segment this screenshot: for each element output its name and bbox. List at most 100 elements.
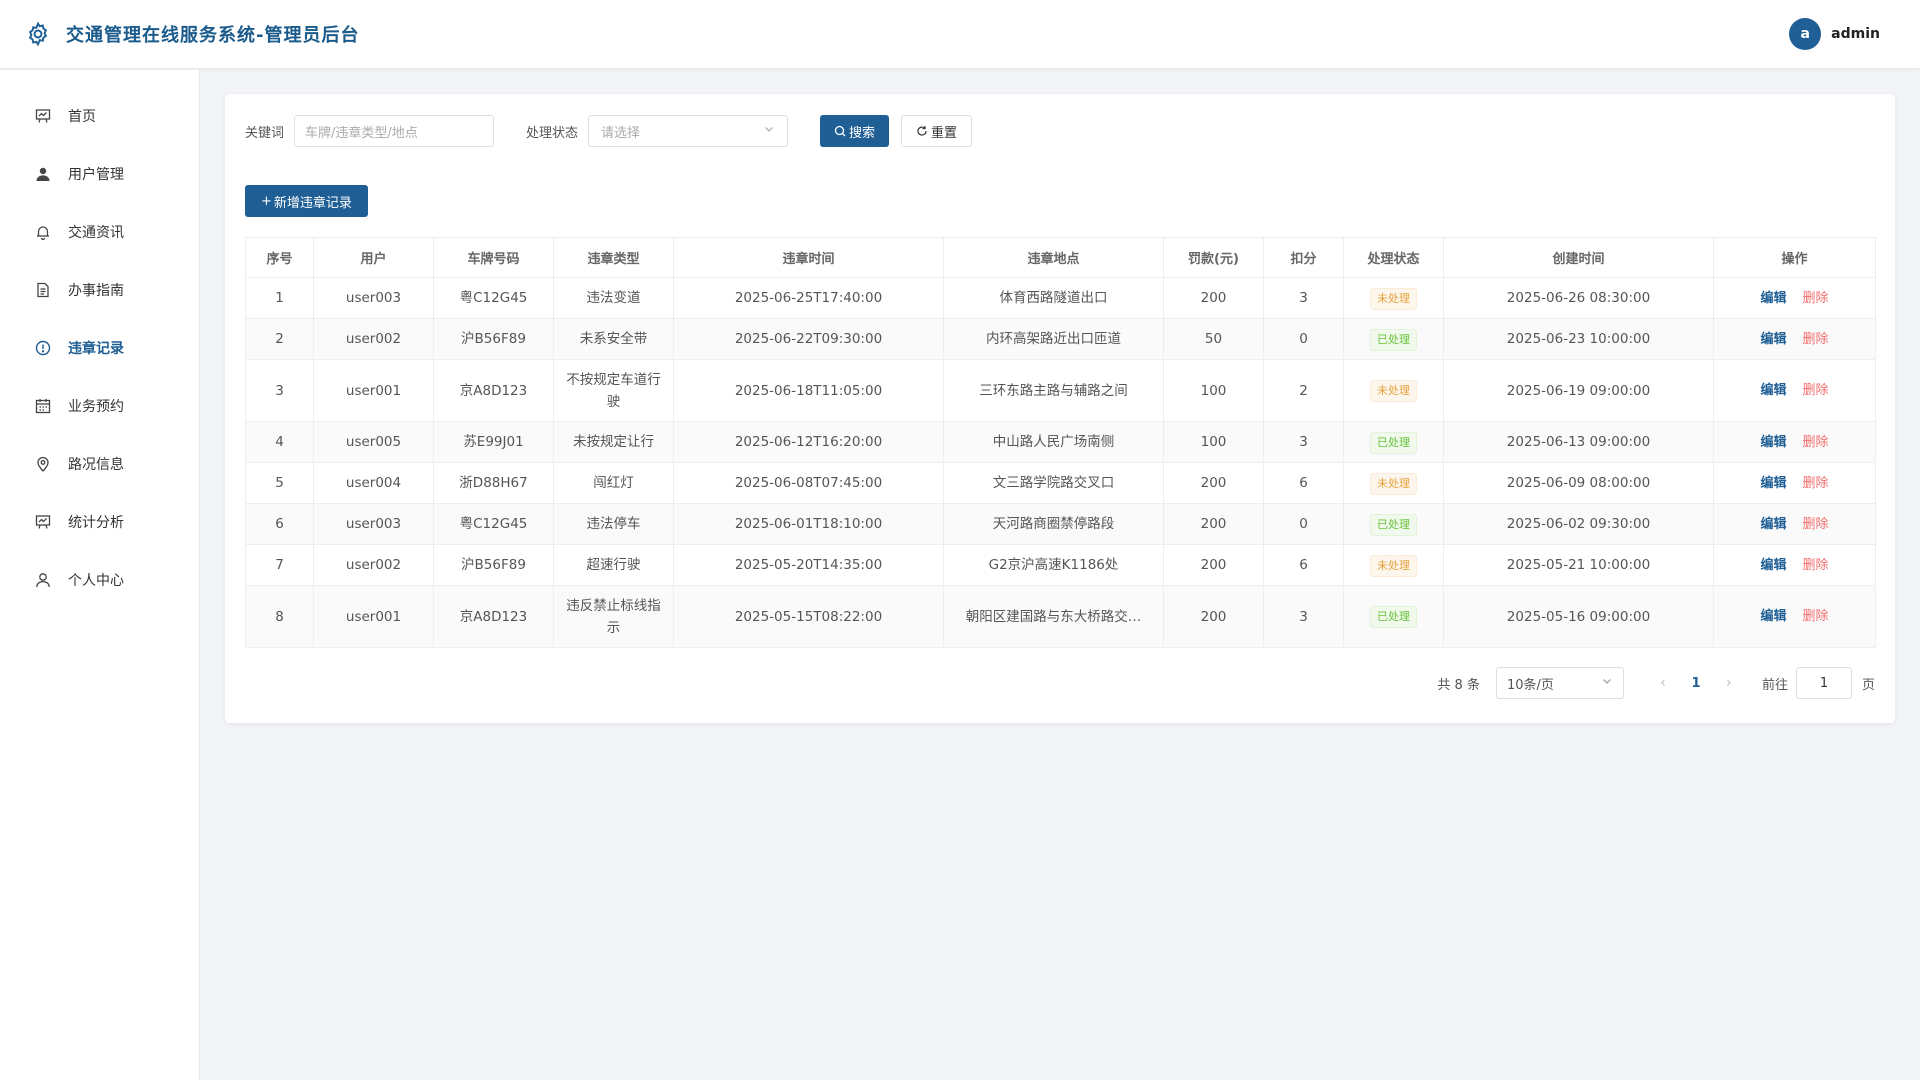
edit-button[interactable]: 编辑 [1760, 609, 1786, 624]
sidebar-item-violations[interactable]: 违章记录 [0, 319, 199, 377]
sidebar-item-label: 首页 [68, 109, 96, 125]
table-cell-plate: 粤C12G45 [433, 277, 554, 319]
sidebar-item-label: 违章记录 [68, 341, 124, 357]
edit-button[interactable]: 编辑 [1760, 558, 1786, 573]
table-cell-user: user005 [313, 421, 434, 463]
keyword-label: 关键词 [245, 125, 285, 141]
table-cell-fine: 200 [1163, 503, 1264, 545]
table-cell-fine: 100 [1163, 359, 1264, 422]
location-icon [34, 455, 52, 473]
table-cell-type: 违法停车 [553, 503, 674, 545]
column-header: 序号 [245, 237, 314, 278]
gear-icon [24, 20, 52, 48]
table-cell-status: 已处理 [1343, 318, 1444, 360]
table-cell-actions: 编辑 删除 [1713, 462, 1876, 504]
reset-button[interactable]: 重置 [901, 115, 973, 147]
edit-button[interactable]: 编辑 [1760, 383, 1786, 398]
table-cell-points: 0 [1263, 503, 1344, 545]
prev-page-icon[interactable]: ‹ [1648, 675, 1678, 691]
table-cell-type: 超速行驶 [553, 544, 674, 586]
table-cell-actions: 编辑 删除 [1713, 421, 1876, 463]
status-badge: 未处理 [1370, 380, 1417, 402]
status-select[interactable]: 请选择 [588, 115, 789, 147]
delete-button[interactable]: 删除 [1803, 435, 1829, 450]
table-cell-place: G2京沪高速K1186处 [943, 544, 1164, 586]
delete-button[interactable]: 删除 [1803, 517, 1829, 532]
table-cell-status: 未处理 [1343, 277, 1444, 319]
page-size-value: 10条/页 [1506, 677, 1554, 693]
column-header: 违章类型 [553, 237, 674, 278]
sidebar-item-users[interactable]: 用户管理 [0, 145, 199, 203]
status-badge: 未处理 [1370, 287, 1417, 310]
table-cell-created: 2025-06-19 09:00:00 [1443, 359, 1714, 422]
delete-button[interactable]: 删除 [1803, 291, 1829, 306]
chevron-down-icon [763, 123, 775, 139]
edit-button[interactable]: 编辑 [1760, 291, 1786, 306]
delete-button[interactable]: 删除 [1803, 609, 1829, 624]
sidebar-item-label: 路况信息 [68, 457, 124, 473]
username[interactable]: admin [1831, 26, 1880, 42]
status-badge: 已处理 [1370, 606, 1417, 628]
goto-page-value: 1 [1819, 675, 1829, 691]
table-cell-plate: 苏E99J01 [433, 421, 554, 463]
user-menu[interactable]: a admin [1789, 18, 1880, 50]
table-row: 4 user005 苏E99J01 未按规定让行 2025-06-12T16:20:00… [245, 421, 1876, 463]
sidebar-item-road[interactable]: 路况信息 [0, 435, 199, 493]
edit-button[interactable]: 编辑 [1760, 332, 1786, 347]
page-size-select[interactable]: 10条/页 [1495, 667, 1624, 699]
table-cell-no: 2 [245, 318, 314, 360]
table-cell-plate: 沪B56F89 [433, 318, 554, 360]
sidebar-item-news[interactable]: 交通资讯 [0, 203, 199, 261]
sidebar-item-home[interactable]: 首页 [0, 87, 199, 145]
table-cell-user: user001 [313, 585, 434, 648]
search-button[interactable]: 搜索 [820, 115, 890, 147]
table-cell-created: 2025-05-21 10:00:00 [1443, 544, 1714, 586]
table-cell-fine: 200 [1163, 585, 1264, 648]
table-cell-plate: 沪B56F89 [433, 544, 554, 586]
delete-button[interactable]: 删除 [1803, 383, 1829, 398]
table-row: 2 user002 沪B56F89 未系安全带 2025-06-22T09:30:00 内… [245, 318, 1876, 360]
table-cell-fine: 200 [1163, 277, 1264, 319]
column-header: 创建时间 [1443, 237, 1714, 278]
table-cell-fine: 100 [1163, 421, 1264, 463]
keyword-input[interactable]: 车牌/违章类型/地点 [294, 115, 495, 147]
column-header: 用户 [313, 237, 434, 278]
avatar[interactable]: a [1789, 18, 1822, 50]
user-outline-icon [34, 571, 52, 589]
table-cell-fine: 200 [1163, 544, 1264, 586]
sidebar-item-guide[interactable]: 办事指南 [0, 261, 199, 319]
edit-button[interactable]: 编辑 [1760, 517, 1786, 532]
table-cell-time: 2025-06-22T09:30:00 [673, 318, 944, 360]
table-cell-created: 2025-06-02 09:30:00 [1443, 503, 1714, 545]
goto-label: 前往 [1761, 677, 1788, 693]
goto-page-input[interactable]: 1 [1795, 667, 1852, 699]
edit-button[interactable]: 编辑 [1760, 476, 1786, 491]
sidebar-item-label: 交通资讯 [68, 225, 124, 241]
table-cell-created: 2025-06-13 09:00:00 [1443, 421, 1714, 463]
sidebar-item-label: 个人中心 [68, 573, 124, 589]
next-page-icon[interactable]: › [1714, 675, 1744, 691]
table-cell-plate: 浙D88H67 [433, 462, 554, 504]
table-cell-status: 未处理 [1343, 462, 1444, 504]
pagination: 共 8 条 10条/页 ‹ 1 › 前往 1 页 [1437, 667, 1875, 699]
delete-button[interactable]: 删除 [1803, 558, 1829, 573]
sidebar-item-profile[interactable]: 个人中心 [0, 551, 199, 609]
page-number-current[interactable]: 1 [1678, 676, 1714, 691]
table-cell-time: 2025-06-12T16:20:00 [673, 421, 944, 463]
table-cell-no: 7 [245, 544, 314, 586]
add-violation-button[interactable]: + 新增违章记录 [245, 185, 368, 217]
table-cell-points: 3 [1263, 277, 1344, 319]
status-badge: 未处理 [1370, 472, 1417, 495]
refresh-icon [916, 125, 928, 137]
edit-button[interactable]: 编辑 [1760, 435, 1786, 450]
table-cell-no: 6 [245, 503, 314, 545]
reset-button-label: 重置 [931, 125, 958, 141]
table-cell-actions: 编辑 删除 [1713, 503, 1876, 545]
table-cell-points: 3 [1263, 421, 1344, 463]
delete-button[interactable]: 删除 [1803, 332, 1829, 347]
sidebar-item-stats[interactable]: 统计分析 [0, 493, 199, 551]
delete-button[interactable]: 删除 [1803, 476, 1829, 491]
column-header: 违章地点 [943, 237, 1164, 278]
sidebar-item-booking[interactable]: 业务预约 [0, 377, 199, 435]
sidebar-item-label: 统计分析 [68, 515, 124, 531]
